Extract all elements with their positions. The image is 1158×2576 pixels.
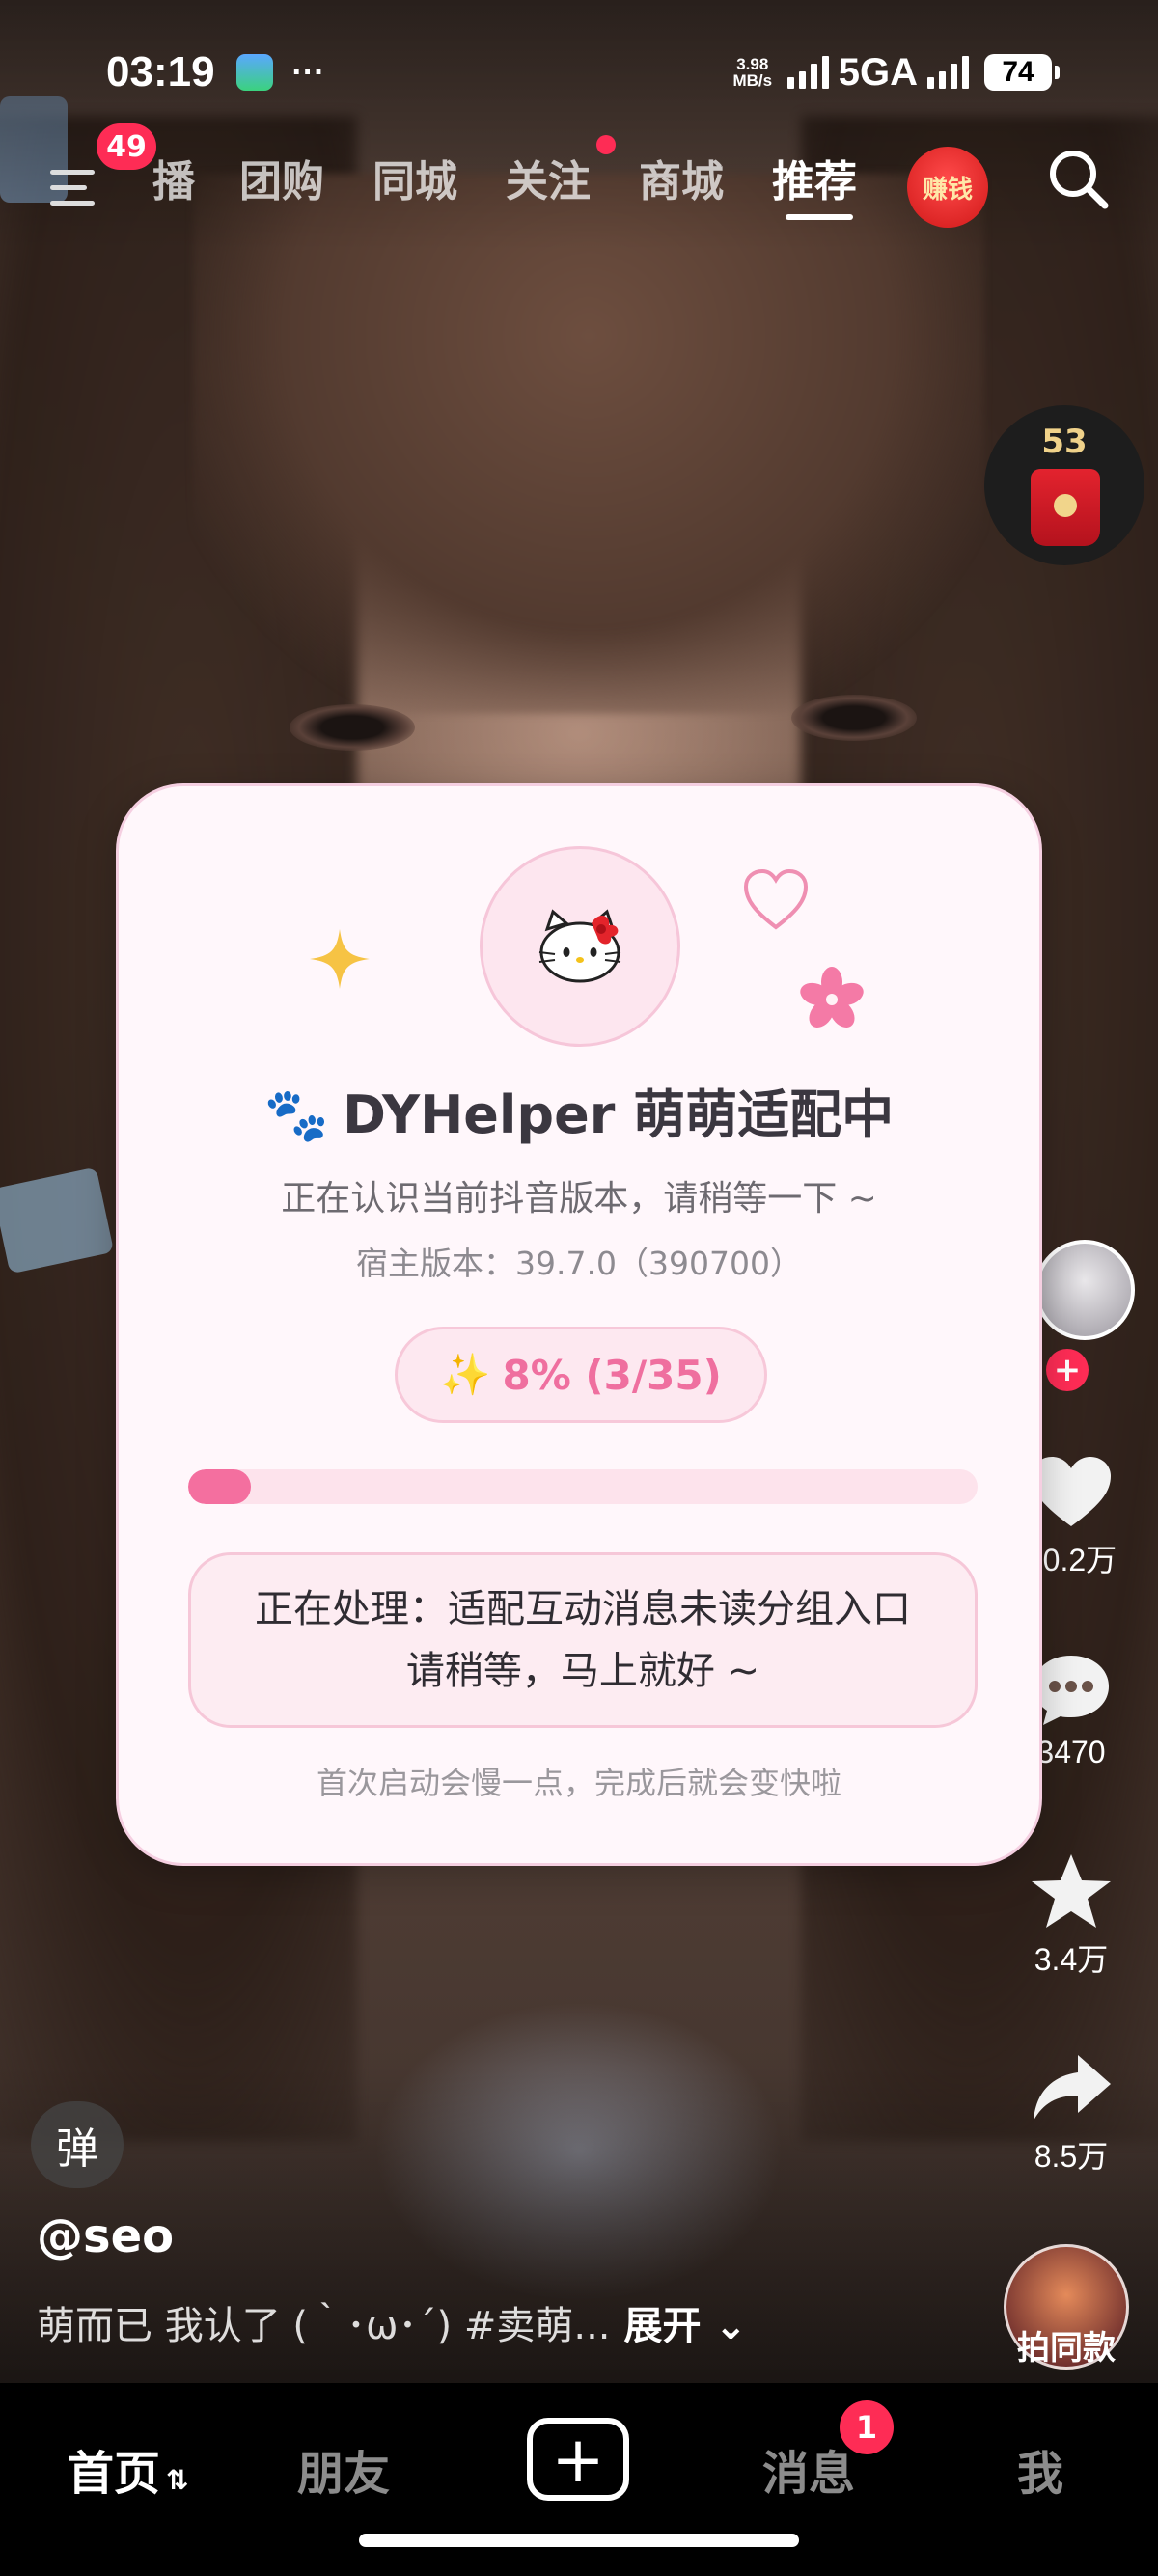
status-bar: 03:19 ··· 3.98 MB/s 5GA 74 [0,39,1158,106]
swap-icon: ⇅ [166,2464,189,2496]
nav-messages[interactable]: 消息 [762,2435,855,2503]
heart-outline-icon [743,868,809,930]
dialog-title: 🐾 DYHelper 萌萌适配中 [119,1072,1039,1148]
progress-fill [188,1469,252,1504]
hello-kitty-icon [538,909,621,983]
signal-icon-2 [927,56,969,89]
video-eye-left [290,704,415,751]
wait-line: 请稍等，马上就好 ~ [405,1649,760,1693]
danmaku-button[interactable]: 弹 [31,2101,124,2188]
same-style-label[interactable]: 拍同款 [994,2321,1139,2369]
sparkles-icon: ✨ [440,1351,491,1398]
caption-text: 萌而已 我认了 (｀･ω･´) #卖萌... [37,2304,611,2348]
nav-me[interactable]: 我 [1017,2435,1063,2503]
video-fringe [193,174,984,714]
redpack-widget[interactable]: 53 [984,405,1144,565]
sakura-icon [800,967,864,1028]
dialog-title-text: DYHelper 萌萌适配中 [343,1084,895,1145]
network-type: 5GA [838,50,918,94]
paw-icon: 🐾 [263,1084,330,1145]
tab-following[interactable]: 关注 [506,147,591,208]
progress-text: 8% (3/35) [502,1351,722,1399]
signal-icon [786,56,829,89]
star-icon [1032,1854,1111,1928]
favorite-button[interactable]: 3.4万 [1004,1852,1139,1980]
menu-badge: 49 [96,123,156,170]
net-speed: 3.98 MB/s [728,56,778,89]
redpack-count: 53 [1041,423,1088,461]
video-eye-right [791,695,917,741]
tab-live[interactable]: 播 [152,147,195,208]
nav-home[interactable]: 首页 ⇅ [68,2435,188,2503]
dyhelper-dialog: 🐾 DYHelper 萌萌适配中 正在认识当前抖音版本，请稍等一下 ~ 宿主版本：… [116,783,1042,1866]
tab-group-buy[interactable]: 团购 [239,147,324,208]
favorite-count: 3.4万 [1034,1942,1109,1977]
video-username[interactable]: @seo [37,2209,174,2263]
dialog-subtitle: 正在认识当前抖音版本，请稍等一下 ~ [281,1179,877,1219]
status-time: 03:19 [106,48,215,96]
app-notification-icon [235,54,273,91]
caption-expand-button[interactable]: 展开 ⌄ [624,2304,747,2348]
video-caption[interactable]: 萌而已 我认了 (｀･ω･´) #卖萌... 展开 ⌄ [37,2294,747,2350]
share-button[interactable]: 8.5万 [1004,2049,1139,2177]
messages-badge: 1 [840,2400,894,2454]
tab-mall[interactable]: 商城 [639,147,724,208]
net-speed-value: 3.98 [736,55,769,73]
battery-icon: 74 [984,54,1060,91]
tab-local[interactable]: 同城 [372,147,457,208]
home-indicator[interactable] [359,2534,799,2547]
progress-badge: ✨ 8% (3/35) [395,1327,767,1423]
earn-money-button[interactable]: 赚钱 [907,147,988,228]
top-nav: 49 播 团购 同城 关注 商城 推荐 赚钱 [0,123,1158,232]
progress-bar [188,1469,978,1504]
search-icon[interactable] [1044,145,1112,212]
share-count: 8.5万 [1034,2139,1109,2174]
nav-friends[interactable]: 朋友 [297,2435,390,2503]
following-dot [596,135,616,154]
processing-status-box: 正在处理：适配互动消息未读分组入口 请稍等，马上就好 ~ [188,1552,978,1728]
bottom-nav: 首页 ⇅ 朋友 + 消息 1 我 [0,2383,1158,2576]
caption-expand-label: 展开 [623,2304,702,2348]
status-right: 3.98 MB/s 5GA 74 [728,50,1060,95]
tab-recommend[interactable]: 推荐 [772,147,857,208]
create-post-button[interactable]: + [527,2418,629,2501]
author-avatar[interactable] [1034,1240,1135,1340]
nav-home-label: 首页 [68,2447,161,2501]
processing-line: 正在处理：适配互动消息未读分组入口 [255,1587,911,1631]
dialog-footer-note: 首次启动会慢一点，完成后就会变快啦 [316,1765,841,1801]
share-icon [1034,2055,1111,2121]
host-version: 宿主版本：39.7.0（390700） [356,1245,802,1282]
redpack-icon [1031,469,1100,546]
hello-kitty-avatar [480,846,680,1047]
active-tab-underline [786,214,853,220]
menu-icon[interactable] [44,156,102,214]
more-notifications-icon: ··· [291,53,325,91]
sparkle-icon [310,929,370,989]
follow-plus-icon[interactable]: + [1046,1349,1089,1391]
net-speed-unit: MB/s [732,71,773,90]
